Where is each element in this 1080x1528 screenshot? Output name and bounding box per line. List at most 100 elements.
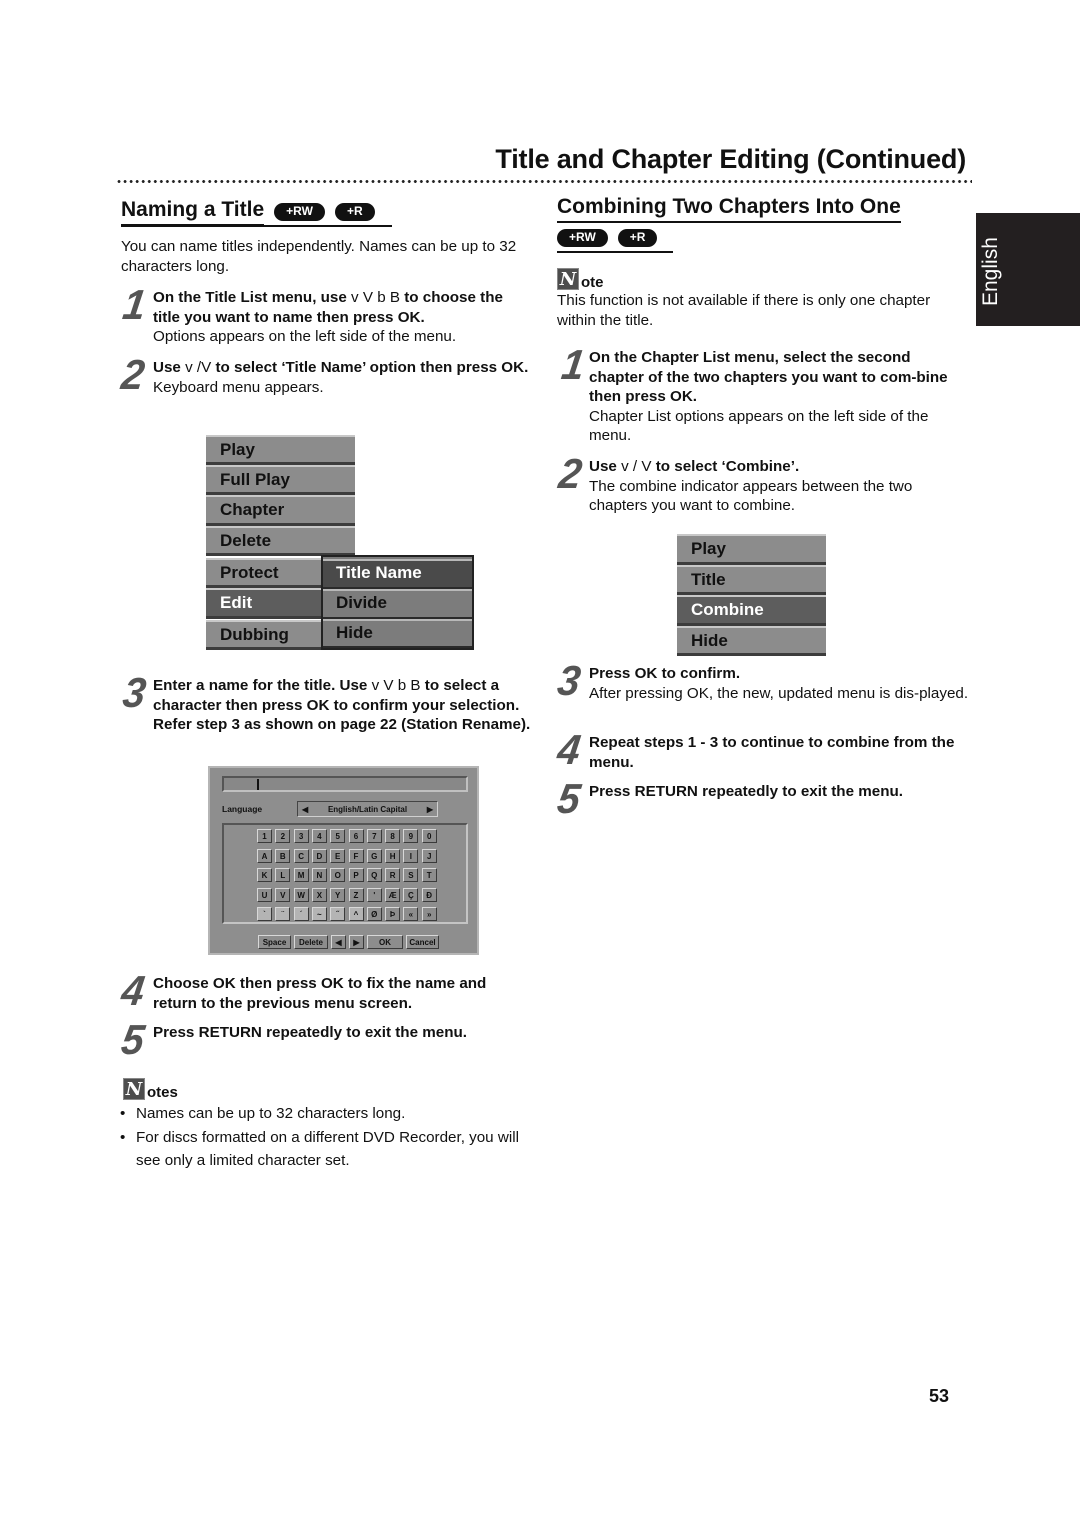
menu-item-play[interactable]: Play <box>206 435 355 465</box>
keyboard-key[interactable]: M <box>293 868 309 882</box>
keyboard-key[interactable]: S <box>403 868 419 882</box>
section-heading-combining: Combining Two Chapters Into One <box>557 195 901 223</box>
keyboard-key[interactable]: P <box>348 868 364 882</box>
language-side-tab: English <box>976 213 1080 326</box>
cursor-left-button[interactable]: ◀ <box>331 935 346 949</box>
keyboard-key[interactable]: 3 <box>293 829 309 843</box>
keyboard-key[interactable]: U <box>257 887 272 902</box>
title-name-input[interactable] <box>222 776 468 792</box>
step-text-normal: The combine indicator appears between th… <box>589 477 913 515</box>
menu-item-full-play[interactable]: Full Play <box>206 465 355 495</box>
keyboard-key[interactable]: ` <box>257 907 272 921</box>
keyboard-menu: Language ◀ English/Latin Capital ▶ 12345… <box>208 766 479 955</box>
submenu-item-hide[interactable]: Hide <box>323 619 472 648</box>
keyboard-key[interactable]: 1 <box>257 829 272 843</box>
step-number: 4 <box>118 967 148 1014</box>
note-item: For discs formatted on a different DVD R… <box>120 1126 543 1172</box>
menu-item-play[interactable]: Play <box>677 534 826 565</box>
keyboard-key[interactable]: T <box>421 868 437 882</box>
step-text-normal: After pressing OK, the new, updated menu… <box>589 684 969 702</box>
menu-item-delete[interactable]: Delete <box>206 526 355 556</box>
ok-button[interactable]: OK <box>367 935 403 949</box>
keyboard-key[interactable]: ´ <box>293 907 309 921</box>
menu-item-combine[interactable]: Combine <box>677 595 826 626</box>
keyboard-key[interactable]: H <box>385 848 401 863</box>
keyboard-key[interactable]: 4 <box>311 829 327 843</box>
step-4: 4 Repeat steps 1 - 3 to continue to comb… <box>555 726 969 773</box>
keyboard-key[interactable]: A <box>257 848 272 863</box>
cancel-button[interactable]: Cancel <box>406 935 439 949</box>
step-text-bold: Use <box>153 359 186 376</box>
keyboard-key[interactable]: ¨ <box>275 907 291 921</box>
keyboard-key[interactable]: Ç <box>403 887 419 902</box>
menu-item-edit[interactable]: Edit <box>206 588 324 619</box>
delete-button[interactable]: Delete <box>294 935 328 949</box>
step-text-bold: Press OK to confirm. <box>589 665 741 682</box>
keyboard-key[interactable]: Æ <box>385 887 401 902</box>
keyboard-key[interactable]: 9 <box>403 829 419 843</box>
notes-block: N otes Names can be up to 32 characters … <box>120 1078 543 1174</box>
keyboard-key[interactable]: D <box>311 848 327 863</box>
keyboard-key[interactable]: « <box>403 907 419 921</box>
text-cursor <box>257 779 259 790</box>
notes-heading: otes <box>147 1084 178 1101</box>
menu-item-protect[interactable]: Protect <box>206 558 324 588</box>
step-number: 5 <box>554 775 584 822</box>
keyboard-key[interactable]: 5 <box>330 829 346 843</box>
keyboard-key[interactable]: Þ <box>385 907 401 921</box>
keyboard-key[interactable]: O <box>330 868 346 882</box>
keyboard-key[interactable]: Z <box>348 887 364 902</box>
space-button[interactable]: Space <box>258 935 291 949</box>
keyboard-key[interactable]: ^ <box>348 907 364 921</box>
menu-item-hide[interactable]: Hide <box>677 626 826 656</box>
menu-item-title[interactable]: Title <box>677 565 826 595</box>
step-number: 3 <box>120 669 149 716</box>
menu-item-chapter[interactable]: Chapter <box>206 495 355 526</box>
submenu-item-title-name[interactable]: Title Name <box>323 559 472 589</box>
keyboard-key[interactable]: Ø <box>366 907 382 921</box>
keyboard-key[interactable]: ˝ <box>330 907 346 921</box>
menu-item-dubbing[interactable]: Dubbing <box>206 620 324 650</box>
note-heading: ote <box>581 274 604 291</box>
keyboard-key[interactable]: J <box>421 848 437 863</box>
step-2: 2 Use v / V to select ‘Combine’. The com… <box>556 450 969 516</box>
caret-left-icon[interactable]: ◀ <box>302 805 308 814</box>
step-5: 5 Press RETURN repeatedly to exit the me… <box>119 1016 533 1063</box>
keyboard-key[interactable]: L <box>275 868 291 882</box>
keyboard-key[interactable]: G <box>366 848 382 863</box>
keyboard-key[interactable]: W <box>293 887 309 902</box>
keyboard-key[interactable]: 8 <box>385 829 401 843</box>
keyboard-key[interactable]: ~ <box>311 907 327 921</box>
keyboard-key[interactable]: 0 <box>421 829 437 843</box>
cursor-right-button[interactable]: ▶ <box>349 935 364 949</box>
submenu-item-divide[interactable]: Divide <box>323 589 472 619</box>
keyboard-key[interactable]: X <box>311 887 327 902</box>
keyboard-key[interactable]: V <box>275 887 291 902</box>
keyboard-key[interactable]: » <box>421 907 437 921</box>
keyboard-key[interactable]: N <box>311 868 327 882</box>
keyboard-key[interactable]: C <box>293 848 309 863</box>
keyboard-key[interactable]: 6 <box>348 829 364 843</box>
language-selector[interactable]: ◀ English/Latin Capital ▶ <box>297 801 438 817</box>
step-number: 2 <box>118 351 148 398</box>
badge-plus-rw: +RW <box>557 229 608 247</box>
keyboard-key[interactable]: ' <box>366 887 382 902</box>
keyboard-key[interactable]: I <box>403 848 419 863</box>
keyboard-key[interactable]: E <box>330 848 346 863</box>
keyboard-key[interactable]: Y <box>330 887 346 902</box>
keyboard-key[interactable]: F <box>348 848 364 863</box>
keyboard-key[interactable]: B <box>275 848 291 863</box>
keyboard-key[interactable]: 2 <box>275 829 291 843</box>
note-item: Names can be up to 32 characters long. <box>120 1104 543 1124</box>
keyboard-key[interactable]: K <box>257 868 272 882</box>
step-4: 4 Choose OK then press OK to fix the nam… <box>118 967 533 1014</box>
arrow-keys-glyph: v / V <box>621 458 652 475</box>
keyboard-key[interactable]: R <box>385 868 401 882</box>
keyboard-key[interactable]: Q <box>366 868 382 882</box>
badge-plus-r: +R <box>334 203 375 221</box>
keyboard-key[interactable]: 7 <box>366 829 382 843</box>
caret-right-icon[interactable]: ▶ <box>427 805 433 814</box>
note-icon: N <box>123 1078 145 1100</box>
keyboard-key[interactable]: Đ <box>421 887 437 902</box>
badge-plus-r: +R <box>617 229 658 247</box>
